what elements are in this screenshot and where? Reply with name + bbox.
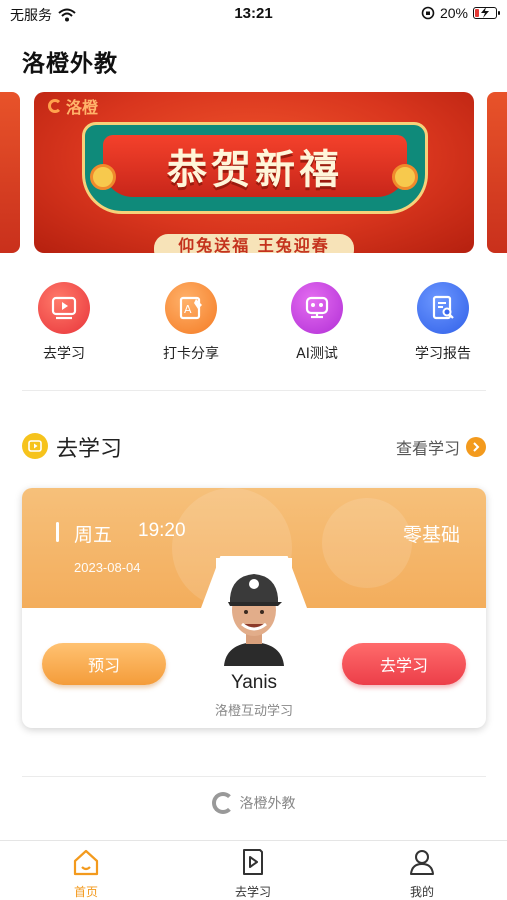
chevron-right-icon <box>466 437 486 457</box>
teacher-name: Yanis <box>230 672 278 693</box>
play-icon <box>38 282 90 334</box>
tab-profile[interactable]: 我的 <box>372 847 472 900</box>
banner-brand-text: 洛橙 <box>66 98 99 117</box>
tab-label: 首页 <box>73 885 98 899</box>
user-icon <box>410 850 434 875</box>
lesson-date: 2023-08-04 <box>74 560 141 575</box>
charging-bolt-icon <box>481 7 489 18</box>
section-title: 去学习 <box>56 437 123 462</box>
quick-nav-ai-test[interactable]: AI测试 <box>272 282 362 363</box>
banner-next-slide[interactable] <box>487 92 507 253</box>
status-right: 20% <box>421 5 500 21</box>
page-title: 洛橙外教 <box>22 51 118 77</box>
quick-nav-label: 打卡分享 <box>163 346 219 362</box>
flower-icon <box>90 164 116 190</box>
quick-nav: 去学习 A 打卡分享 AI测试 学习报告 <box>0 282 507 372</box>
banner-headline: 恭贺新禧 <box>167 147 343 193</box>
divider <box>22 390 486 391</box>
home-icon <box>73 849 99 876</box>
tab-label: 去学习 <box>234 885 271 899</box>
tab-home[interactable]: 首页 <box>36 847 136 900</box>
quick-nav-study[interactable]: 去学习 <box>19 282 109 363</box>
tab-study[interactable]: 去学习 <box>203 847 303 900</box>
promo-banner[interactable]: 洛橙 恭贺新禧 仰兔送福 王兔迎春 <box>34 92 474 253</box>
quick-nav-label: 学习报告 <box>415 346 471 362</box>
footer-logo: 洛橙外教 <box>0 792 507 814</box>
robot-icon <box>291 282 343 334</box>
brand-logo-icon <box>211 792 234 814</box>
banner-subline: 仰兔送福 王兔迎春 <box>154 234 354 253</box>
teacher-org: 洛橙互动学习 <box>214 704 293 719</box>
quick-nav-study-report[interactable]: 学习报告 <box>398 282 488 363</box>
section-header: 去学习 查看学习 <box>22 430 486 462</box>
banner-ribbon: 恭贺新禧 <box>82 122 428 214</box>
quick-nav-label: AI测试 <box>296 346 338 362</box>
banner-ribbon-inner: 恭贺新禧 <box>103 135 407 197</box>
divider <box>22 776 486 777</box>
report-icon <box>417 282 469 334</box>
view-study-link[interactable]: 查看学习 <box>396 435 486 459</box>
play-icon <box>22 433 48 459</box>
orientation-lock-icon <box>421 6 435 20</box>
decorative-shape <box>322 498 412 588</box>
brand-logo-icon <box>48 99 62 113</box>
status-bar: 无服务 13:21 20% <box>0 0 507 28</box>
lesson-time: 19:20 <box>138 520 186 541</box>
edit-card-icon: A <box>165 282 217 334</box>
banner-prev-slide[interactable] <box>0 92 20 253</box>
flower-icon <box>392 164 418 190</box>
quick-nav-checkin-share[interactable]: A 打卡分享 <box>146 282 236 363</box>
lesson-day: 周五 <box>74 524 113 546</box>
lesson-level: 零基础 <box>402 524 460 546</box>
quick-nav-label: 去学习 <box>43 346 85 362</box>
battery-percent: 20% <box>439 5 468 21</box>
battery-level <box>475 9 479 17</box>
footer-brand: 洛橙外教 <box>239 796 296 812</box>
svg-text:A: A <box>184 303 192 316</box>
banner-brand: 洛橙 <box>48 94 98 118</box>
tab-bar: 首页 去学习 我的 <box>0 840 507 900</box>
battery-icon <box>473 7 500 19</box>
teacher-avatar[interactable] <box>216 558 292 666</box>
time-marker <box>56 522 59 542</box>
tab-label: 我的 <box>409 885 434 899</box>
view-study-label: 查看学习 <box>395 439 460 458</box>
book-play-icon <box>243 849 263 875</box>
lesson-card[interactable]: 周五 19:20 零基础 2023-08-04 预习 去学习 Yanis 洛橙互… <box>22 488 486 728</box>
